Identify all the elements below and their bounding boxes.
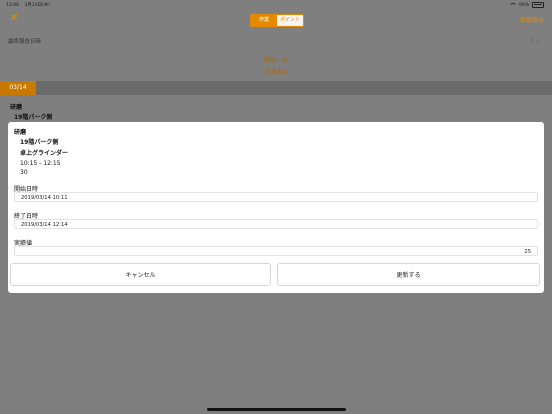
- modal-category: 研磨: [14, 129, 27, 136]
- modal-site: 19階パーク側: [20, 139, 59, 146]
- worker-name: 作業者A: [264, 69, 288, 76]
- modal-duration: 30: [20, 169, 28, 176]
- segment-point[interactable]: ポイント: [277, 15, 303, 26]
- modal-tool: 卓上グラインダー: [20, 150, 69, 157]
- status-bar: 13:06 3月14日(木) 99%: [0, 0, 552, 10]
- modal-time-range: 10:15 - 12:15: [20, 160, 61, 167]
- battery-icon: [532, 2, 544, 8]
- report-link[interactable]: 実績報告: [520, 15, 544, 24]
- actual-value-field[interactable]: 25: [14, 246, 538, 256]
- wifi-icon: [509, 2, 516, 8]
- status-time: 13:06 3月14日(木): [6, 2, 50, 8]
- status-right: 99%: [509, 2, 544, 8]
- end-datetime-field[interactable]: 2019/03/14 12:14: [14, 219, 538, 229]
- status-date-text: 3月14日(木): [24, 3, 51, 8]
- last-report-label: 最終報告日時: [8, 39, 42, 45]
- close-icon[interactable]: ✕: [8, 12, 20, 24]
- date-tab[interactable]: 03/14: [0, 81, 36, 95]
- segment-work[interactable]: 作業: [251, 15, 277, 26]
- mode-segmented-control[interactable]: 作業 ポイント: [250, 14, 304, 27]
- battery-percent: 99%: [518, 2, 529, 8]
- status-time-text: 13:06: [6, 3, 19, 8]
- date-tab-bar: [0, 81, 552, 95]
- home-indicator: [207, 408, 346, 411]
- start-datetime-field[interactable]: 2019/03/14 10:11: [14, 192, 538, 202]
- update-button[interactable]: 更新する: [277, 263, 540, 286]
- list-site: 19階パーク側: [14, 114, 53, 121]
- list-category: 研磨: [10, 104, 23, 111]
- edit-record-dialog: 研磨 19階パーク側 卓上グラインダー 10:15 - 12:15 30 開始日…: [8, 122, 544, 293]
- cancel-button[interactable]: キャンセル: [10, 263, 271, 286]
- department-name: 開発一部: [263, 57, 288, 64]
- last-report-value: なし: [529, 38, 540, 44]
